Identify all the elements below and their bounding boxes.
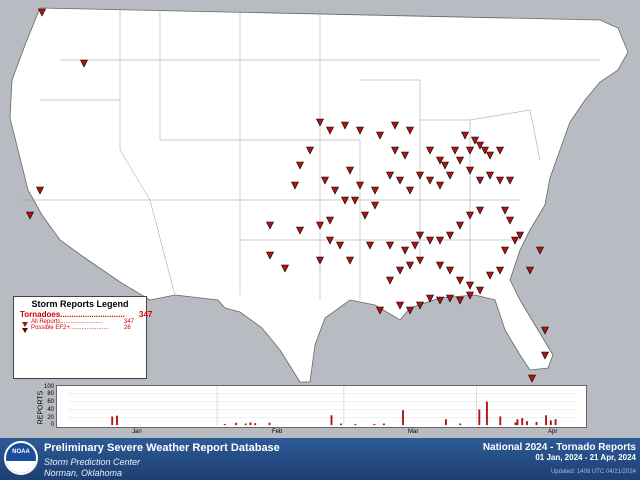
legend-tornadoes-value: 347 [139, 310, 153, 319]
chart-bar [340, 423, 342, 426]
marker-triangle-ef2-icon [22, 328, 28, 333]
chart-bar [111, 416, 114, 426]
chart-bar [244, 423, 247, 426]
ytick: 100 [43, 384, 54, 390]
daily-reports-chart [56, 385, 587, 428]
chart-bar [116, 415, 118, 426]
footer-center: Storm Prediction Center [44, 457, 141, 467]
chart-bar [223, 423, 226, 426]
chart-bar [516, 419, 519, 426]
chart-bar [330, 415, 333, 426]
footer-updated: Updated: 1408 UTC 04/21/2024 [550, 469, 636, 475]
legend-title: Storm Reports Legend [31, 299, 129, 309]
footer-location: Norman, Oklahoma [44, 468, 123, 478]
chart-bar [254, 423, 257, 426]
marker-triangle-icon [22, 322, 28, 327]
footer-date-range: 01 Jan, 2024 - 21 Apr, 2024 [535, 453, 636, 462]
noaa-logo: NOAA [4, 441, 38, 475]
chart-bar [545, 415, 547, 426]
chart-bar [444, 419, 447, 426]
chart-bar [499, 416, 502, 426]
footer-right-title: National 2024 - Tornado Reports [482, 442, 636, 453]
legend-tornadoes-label: Tornadoes............................. [20, 310, 125, 319]
ytick: 80 [47, 391, 54, 397]
chart-bar [535, 421, 538, 426]
chart-bar [373, 423, 376, 426]
chart-bar [249, 422, 252, 426]
xtick-feb: Feb [272, 429, 283, 435]
xtick-mar: Mar [408, 429, 419, 435]
footer-title: Preliminary Severe Weather Report Databa… [44, 442, 280, 454]
chart-bar [514, 422, 517, 426]
legend-ef2-label: Possible EF2+....................... [31, 325, 109, 331]
ytick: 20 [47, 415, 54, 421]
chart-bar [549, 420, 552, 426]
chart-bar [485, 401, 488, 426]
xtick-apr: Apr [548, 429, 558, 435]
chart-bar [478, 409, 481, 426]
ytick: 40 [47, 407, 54, 413]
chart-bar [554, 419, 557, 426]
ytick: 60 [47, 399, 54, 405]
storm-reports-legend: Storm Reports Legend Tornadoes..........… [13, 296, 152, 379]
legend-ef2-value: 26 [124, 325, 131, 331]
chart-bar [268, 422, 271, 426]
chart-bar [354, 423, 357, 426]
chart-bar [402, 410, 404, 426]
ytick: 0 [50, 422, 54, 428]
chart-bar [383, 423, 385, 426]
chart-bar [235, 422, 238, 426]
xtick-jan: Jan [132, 429, 142, 435]
chart-bar [459, 423, 462, 426]
chart-bar [521, 418, 524, 426]
chart-bar [526, 421, 528, 426]
